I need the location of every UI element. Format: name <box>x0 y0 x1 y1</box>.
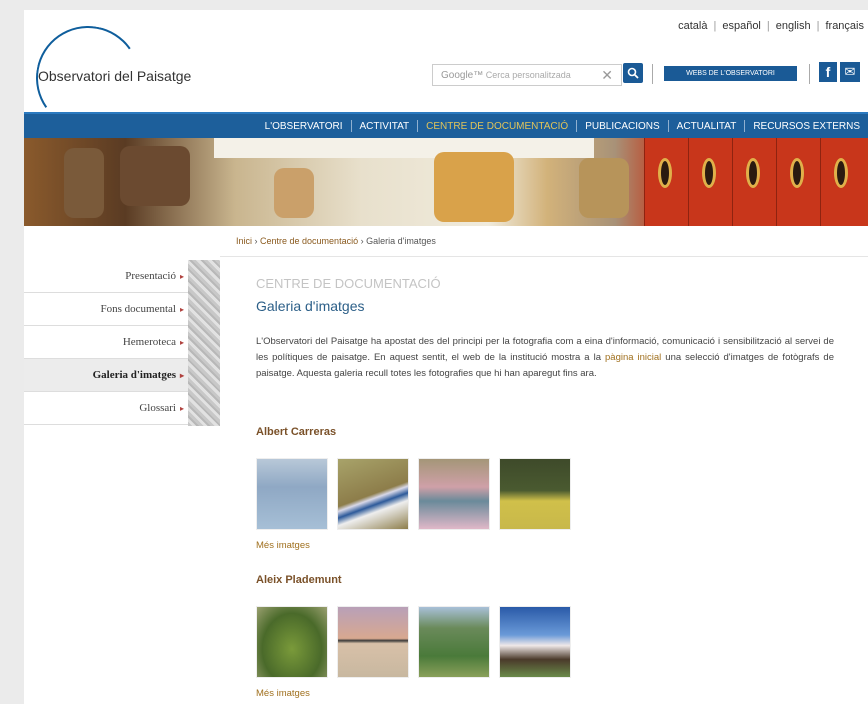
breadcrumb-current: Galeria d'imatges <box>366 236 436 246</box>
search-input[interactable]: Google™ Cerca personalitzada ✕ <box>432 64 622 86</box>
intro-paragraph: L'Observatori del Paisatge ha apostat de… <box>256 334 834 382</box>
header-divider <box>809 64 810 84</box>
facebook-icon[interactable]: f <box>819 62 837 82</box>
arrow-right-icon: ▸ <box>179 304 184 314</box>
thumbnail-image[interactable] <box>256 458 328 530</box>
more-images-link[interactable]: Més imatges <box>256 688 310 699</box>
breadcrumb: Inici › Centre de documentació › Galeria… <box>236 236 436 246</box>
google-label: Google™ <box>441 70 484 81</box>
sidebar-item-label: Hemeroteca <box>122 336 176 348</box>
arrow-right-icon: ▸ <box>179 403 184 413</box>
divider <box>220 256 868 257</box>
page-title: Galeria d'imatges <box>256 298 365 314</box>
lang-english[interactable]: english <box>776 20 811 32</box>
thumbnail-image[interactable] <box>256 606 328 678</box>
nav-item-publicacions[interactable]: PUBLICACIONS <box>577 121 667 132</box>
nav-item-centre-documentacio[interactable]: CENTRE DE DOCUMENTACIÓ <box>418 121 576 132</box>
thumbnail-image[interactable] <box>499 606 571 678</box>
sidebar-texture <box>188 260 220 426</box>
section-label: CENTRE DE DOCUMENTACIÓ <box>256 276 441 291</box>
search-icon <box>627 67 639 79</box>
main-nav: L'OBSERVATORI ACTIVITAT CENTRE DE DOCUME… <box>24 112 868 138</box>
sidebar-item-label: Fons documental <box>100 303 176 315</box>
lang-espanol[interactable]: español <box>722 20 761 32</box>
breadcrumb-section[interactable]: Centre de documentació <box>260 236 358 246</box>
site-logo[interactable]: Observatori del Paisatge <box>38 68 191 84</box>
thumbnail-image[interactable] <box>418 606 490 678</box>
photographer-name[interactable]: Aleix Plademunt <box>256 574 342 586</box>
page: Observatori del Paisatge català | español |… <box>24 10 868 704</box>
nav-item-recursos-externs[interactable]: RECURSOS EXTERNS <box>745 121 868 132</box>
nav-item-observatori[interactable]: L'OBSERVATORI <box>257 121 351 132</box>
arrow-right-icon: ▸ <box>179 271 184 281</box>
search-button[interactable] <box>623 63 643 83</box>
lang-francais[interactable]: français <box>825 20 864 32</box>
thumbnail-image[interactable] <box>337 458 409 530</box>
sidebar-item-label: Glossari <box>139 402 176 414</box>
webs-observatori-button[interactable]: WEBS DE L'OBSERVATORI <box>664 66 797 81</box>
thumbnail-image[interactable] <box>337 606 409 678</box>
sidebar-item-label: Galeria d'imatges <box>92 369 176 381</box>
lang-catala[interactable]: català <box>678 20 707 32</box>
header-divider <box>652 64 653 84</box>
header-banner-image <box>24 138 868 226</box>
thumbnail-image[interactable] <box>418 458 490 530</box>
thumbnail-image[interactable] <box>499 458 571 530</box>
language-switcher: català | español | english | français <box>678 20 864 32</box>
thumbnail-row <box>256 458 580 530</box>
arrow-right-icon: ▸ <box>179 370 184 380</box>
breadcrumb-separator: › <box>358 236 367 246</box>
arrow-right-icon: ▸ <box>179 337 184 347</box>
clear-search-icon[interactable]: ✕ <box>601 67 613 84</box>
nav-item-activitat[interactable]: ACTIVITAT <box>352 121 418 132</box>
breadcrumb-home[interactable]: Inici <box>236 236 252 246</box>
breadcrumb-separator: › <box>252 236 261 246</box>
search-placeholder: Cerca personalitzada <box>485 70 571 80</box>
nav-item-actualitat[interactable]: ACTUALITAT <box>669 121 745 132</box>
more-images-link[interactable]: Més imatges <box>256 540 310 551</box>
sidebar-item-label: Presentació <box>125 270 176 282</box>
mail-icon[interactable]: ✉ <box>840 62 860 82</box>
homepage-link[interactable]: pàgina inicial <box>605 352 661 363</box>
thumbnail-row <box>256 606 580 678</box>
photographer-name[interactable]: Albert Carreras <box>256 426 336 438</box>
